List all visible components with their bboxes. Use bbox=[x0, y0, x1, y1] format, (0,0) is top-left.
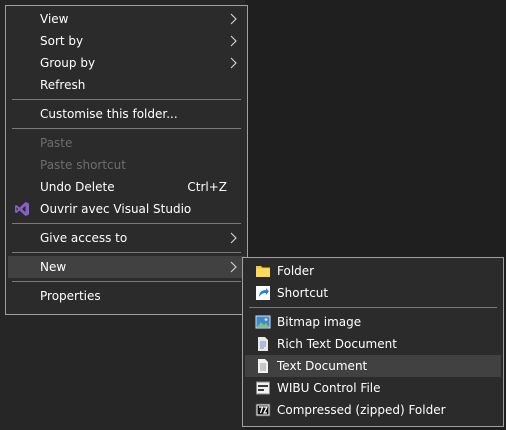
menu-item-label: WIBU Control File bbox=[277, 381, 381, 395]
menu-item-sort-by[interactable]: Sort by bbox=[8, 30, 245, 52]
menu-item-label: Ouvrir avec Visual Studio bbox=[40, 202, 192, 216]
folder-icon bbox=[256, 266, 270, 277]
menu-item-paste: Paste bbox=[8, 132, 245, 154]
new-item-folder[interactable]: Folder bbox=[245, 260, 501, 282]
menu-item-label: Customise this folder... bbox=[40, 107, 178, 121]
menu-item-label: Paste shortcut bbox=[40, 158, 126, 172]
bitmap-image-icon bbox=[255, 315, 271, 329]
chevron-right-icon bbox=[230, 35, 237, 47]
menu-separator bbox=[12, 128, 241, 129]
menu-item-label: Bitmap image bbox=[277, 315, 362, 329]
chevron-right-icon bbox=[230, 13, 237, 25]
menu-item-label: Group by bbox=[40, 56, 96, 70]
menu-item-label: Text Document bbox=[277, 359, 368, 373]
menu-item-open-visual-studio[interactable]: Ouvrir avec Visual Studio bbox=[8, 198, 245, 220]
menu-separator bbox=[249, 307, 497, 308]
menu-item-label: New bbox=[40, 260, 67, 274]
new-item-shortcut[interactable]: Shortcut bbox=[245, 282, 501, 304]
menu-item-undo-delete[interactable]: Undo Delete Ctrl+Z bbox=[8, 176, 245, 198]
visual-studio-icon bbox=[15, 202, 29, 216]
new-item-bitmap[interactable]: Bitmap image bbox=[245, 311, 501, 333]
menu-separator bbox=[12, 252, 241, 253]
menu-item-label: Compressed (zipped) Folder bbox=[277, 403, 446, 417]
chevron-right-icon bbox=[230, 232, 237, 244]
new-item-wibu-control[interactable]: WIBU Control File bbox=[245, 377, 501, 399]
menu-item-group-by[interactable]: Group by bbox=[8, 52, 245, 74]
new-item-zip-folder[interactable]: Compressed (zipped) Folder bbox=[245, 399, 501, 421]
new-item-rich-text[interactable]: Rich Text Document bbox=[245, 333, 501, 355]
menu-item-customise-folder[interactable]: Customise this folder... bbox=[8, 103, 245, 125]
menu-item-label: Refresh bbox=[40, 78, 86, 92]
menu-item-paste-shortcut: Paste shortcut bbox=[8, 154, 245, 176]
menu-item-label: Folder bbox=[277, 264, 315, 278]
menu-item-properties[interactable]: Properties bbox=[8, 285, 245, 307]
shortcut-icon bbox=[256, 286, 270, 300]
chevron-right-icon bbox=[230, 57, 237, 69]
rich-text-document-icon bbox=[258, 337, 268, 351]
menu-separator bbox=[12, 223, 241, 224]
menu-item-give-access[interactable]: Give access to bbox=[8, 227, 245, 249]
menu-separator bbox=[12, 281, 241, 282]
chevron-right-icon bbox=[230, 261, 237, 273]
wibu-control-file-icon bbox=[256, 381, 270, 395]
menu-item-label: Undo Delete bbox=[40, 180, 115, 194]
menu-item-new[interactable]: New bbox=[8, 256, 245, 278]
menu-item-label: Give access to bbox=[40, 231, 128, 245]
menu-item-view[interactable]: View bbox=[8, 8, 245, 30]
menu-item-label: Shortcut bbox=[277, 286, 329, 300]
new-item-text-document[interactable]: Text Document bbox=[245, 355, 501, 377]
menu-item-label: View bbox=[40, 12, 69, 26]
keyboard-shortcut: Ctrl+Z bbox=[187, 180, 227, 194]
text-document-icon bbox=[258, 359, 268, 373]
menu-item-refresh[interactable]: Refresh bbox=[8, 74, 245, 96]
menu-item-label: Paste bbox=[40, 136, 73, 150]
menu-item-label: Rich Text Document bbox=[277, 337, 397, 351]
menu-item-label: Sort by bbox=[40, 34, 84, 48]
menu-item-label: Properties bbox=[40, 289, 101, 303]
desktop-context-menu: View Sort by Group by Refresh Customise … bbox=[5, 5, 248, 315]
new-submenu: Folder Shortcut Bitmap image Rich Text D… bbox=[242, 257, 504, 427]
menu-separator bbox=[12, 99, 241, 100]
seven-zip-icon bbox=[255, 403, 271, 417]
